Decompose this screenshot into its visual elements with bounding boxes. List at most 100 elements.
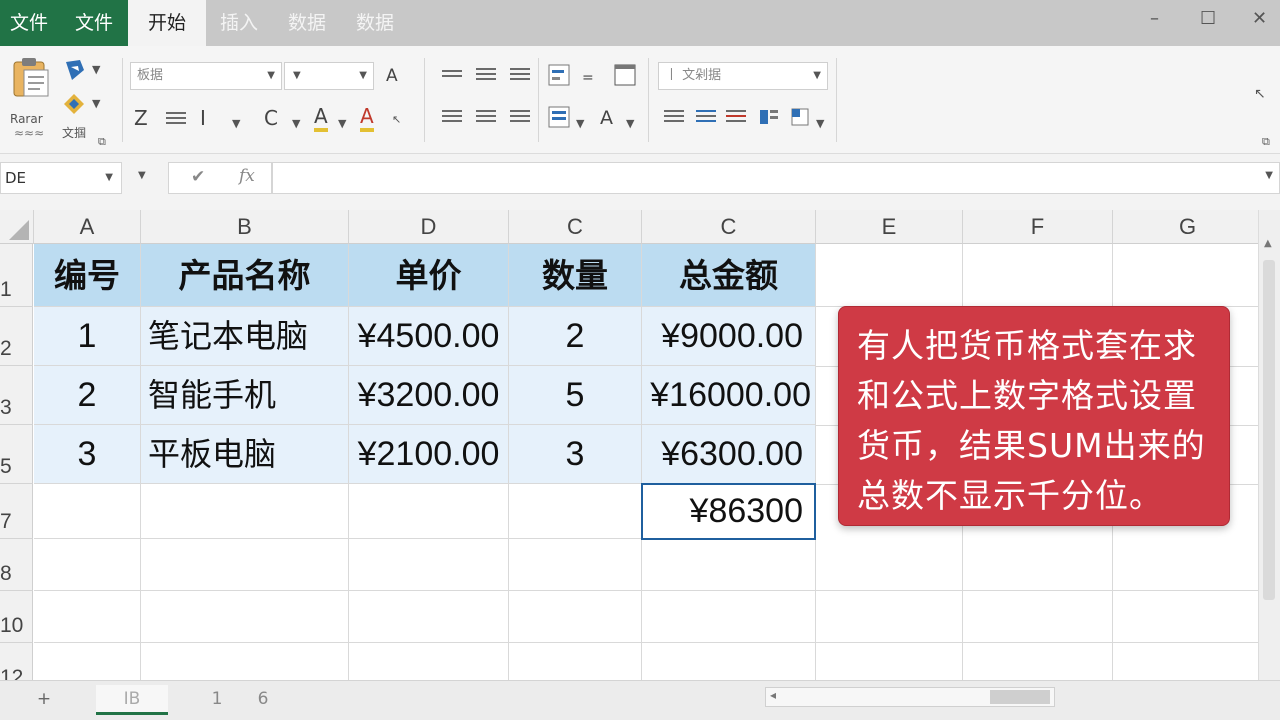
formula-input[interactable]: ▼ (272, 162, 1280, 194)
empty-cell[interactable] (816, 643, 963, 680)
function-icon[interactable]: fx (239, 166, 255, 186)
conditional-format-icon[interactable] (548, 106, 570, 128)
empty-cell[interactable] (509, 643, 642, 680)
equal-icon[interactable]: = (582, 66, 594, 90)
table-cell[interactable]: ¥9000.00 (642, 307, 816, 366)
pointer-icon[interactable]: ↖ (392, 108, 401, 132)
column-header-d[interactable]: D (349, 210, 509, 244)
empty-cell[interactable] (349, 591, 509, 643)
fill-color-icon[interactable]: A (360, 104, 374, 132)
chevron-down-icon[interactable]: ▼ (292, 112, 300, 136)
header-cell-price[interactable]: 单价 (349, 244, 509, 307)
table-cell[interactable]: ¥16000.00 (642, 366, 816, 425)
maximize-button[interactable]: ☐ (1200, 8, 1216, 29)
header-cell-id[interactable]: 编号 (34, 244, 141, 307)
grow-font-icon[interactable]: A (386, 64, 398, 88)
bold-icon[interactable]: Z (134, 106, 148, 130)
pointer-icon[interactable]: ↖ (1254, 82, 1266, 106)
empty-cell[interactable] (1113, 643, 1258, 680)
select-all-corner[interactable] (0, 210, 34, 244)
empty-cell[interactable] (141, 484, 349, 539)
table-cell[interactable]: 笔记本电脑 (141, 307, 349, 366)
empty-cell[interactable] (349, 539, 509, 591)
empty-cell[interactable] (963, 539, 1113, 591)
align-bottom-icon[interactable] (510, 68, 530, 82)
vertical-scroll-thumb[interactable] (1263, 260, 1275, 600)
align-icon[interactable] (166, 112, 186, 126)
add-sheet-button[interactable]: + (34, 685, 54, 715)
empty-cell[interactable] (642, 539, 816, 591)
table-cell[interactable]: 3 (34, 425, 141, 484)
empty-cell[interactable] (1113, 539, 1258, 591)
empty-cell[interactable] (509, 539, 642, 591)
align-center-icon[interactable] (476, 110, 496, 124)
check-icon[interactable]: ✔ (191, 167, 205, 187)
empty-cell[interactable] (509, 484, 642, 539)
row-header-3[interactable]: 3 (0, 366, 33, 425)
column-header-f[interactable]: F (963, 210, 1113, 244)
table-cell[interactable]: 5 (509, 366, 642, 425)
empty-cell[interactable] (141, 539, 349, 591)
vertical-scrollbar[interactable]: ▲ (1258, 210, 1280, 680)
align-middle-icon[interactable] (476, 68, 496, 82)
cell-style-icon[interactable] (758, 106, 780, 128)
border-icon[interactable]: C (264, 106, 278, 130)
empty-cell[interactable] (816, 539, 963, 591)
minimize-button[interactable]: – (1150, 8, 1159, 29)
chevron-down-icon[interactable]: ▼ (816, 112, 824, 136)
tab-data-2[interactable]: 数据 (346, 0, 404, 46)
empty-cell[interactable] (816, 244, 963, 307)
format-painter-button[interactable]: ▼ (62, 92, 106, 116)
align-top-icon[interactable] (442, 70, 462, 84)
scroll-left-icon[interactable]: ◂ (770, 688, 776, 702)
number-format-dropdown[interactable]: 丨 文剁据 ▼ (658, 62, 828, 90)
row-header-10[interactable]: 10 (0, 591, 33, 643)
dialog-launcher-icon[interactable]: ⧉ (1262, 130, 1270, 154)
horizontal-scroll-thumb[interactable] (990, 690, 1050, 704)
empty-cell[interactable] (509, 591, 642, 643)
column-header-c2[interactable]: C (642, 210, 816, 244)
column-header-e[interactable]: E (816, 210, 963, 244)
empty-cell[interactable] (642, 643, 816, 680)
align-left-icon[interactable] (442, 110, 462, 124)
table-cell[interactable]: ¥6300.00 (642, 425, 816, 484)
empty-cell[interactable] (963, 643, 1113, 680)
font-name-dropdown[interactable]: 板据 ▼ (130, 62, 282, 90)
chevron-down-icon[interactable]: ▼ (232, 112, 240, 136)
table-cell[interactable]: ¥3200.00 (349, 366, 509, 425)
row-header-12[interactable]: 12 (0, 643, 33, 680)
table-cell[interactable]: 3 (509, 425, 642, 484)
column-header-c[interactable]: C (509, 210, 642, 244)
strikethrough-icon[interactable] (726, 110, 746, 124)
empty-cell[interactable] (963, 244, 1113, 307)
scroll-up-icon[interactable]: ▲ (1264, 238, 1272, 249)
tab-insert[interactable]: 插入 (210, 0, 268, 46)
table-cell[interactable]: 2 (509, 307, 642, 366)
table-cell[interactable]: 2 (34, 366, 141, 425)
empty-cell[interactable] (963, 591, 1113, 643)
empty-cell[interactable] (349, 484, 509, 539)
table-style-icon[interactable] (696, 110, 716, 124)
dialog-launcher-icon[interactable]: ⧉ (98, 130, 106, 154)
insert-cells-icon[interactable] (790, 106, 812, 128)
row-header-8[interactable]: 8 (0, 539, 33, 591)
table-cell[interactable]: 智能手机 (141, 366, 349, 425)
empty-cell[interactable] (816, 591, 963, 643)
tab-home[interactable]: 开始 (128, 0, 206, 46)
table-cell[interactable]: ¥2100.00 (349, 425, 509, 484)
wrap-text-icon[interactable] (548, 64, 570, 86)
sheet-tab-active[interactable]: IB (96, 685, 168, 715)
close-button[interactable]: ✕ (1252, 8, 1267, 29)
table-cell[interactable]: ¥4500.00 (349, 307, 509, 366)
empty-cell[interactable] (34, 591, 141, 643)
paste-button[interactable]: Rarar (8, 56, 54, 126)
sheet-tab[interactable]: 6 (252, 685, 274, 715)
header-cell-product[interactable]: 产品名称 (141, 244, 349, 307)
header-cell-qty[interactable]: 数量 (509, 244, 642, 307)
empty-cell[interactable] (34, 643, 141, 680)
text-format-icon[interactable]: A (600, 106, 613, 130)
row-header-5[interactable]: 5 (0, 425, 33, 484)
font-color-icon[interactable]: A (314, 104, 328, 132)
tab-file-2[interactable]: 文件 (66, 0, 122, 46)
row-header-1[interactable]: 1 (0, 244, 33, 307)
